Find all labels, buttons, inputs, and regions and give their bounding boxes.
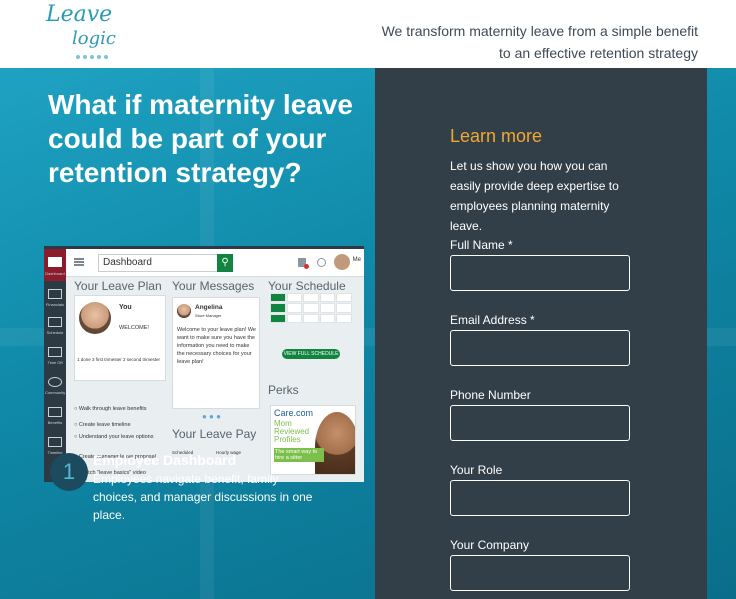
message-sender: Angelina [195,304,223,311]
logo-text-logic: logic [72,28,116,49]
hamburger-icon [74,258,84,266]
mock-user-label: Me [352,257,361,263]
checklist-item: ○ Understand your leave options [74,434,154,440]
step-description: Employees navigate benefit, family choic… [93,472,313,522]
mock-sidebar-label: Time Off [47,360,63,365]
mock-search-input: Dashboard [98,254,218,272]
step-title: Employee Dashboard [93,452,237,468]
globe-icon [48,377,62,387]
company-label: Your Company [450,538,529,552]
dashboard-screenshot: Dashboard Financials Schedule Time Off C… [44,246,364,482]
leave-plan-column: Your Leave Plan You WELCOME! 1 done 3 fi… [74,279,166,479]
help-icon [317,258,326,267]
role-label: Your Role [450,463,503,477]
notification-icon [298,258,309,269]
perks-heading: Perks [268,383,299,397]
calendar-icon [48,317,62,327]
leave-pay-heading: Your Leave Pay [172,427,257,441]
plan-welcome: WELCOME! [119,325,149,331]
schedule-heading: Your Schedule [268,279,346,293]
step-number-badge: 1 [50,453,88,491]
plan-stats: 1 done 3 first trimester 2 second trimes… [77,357,161,362]
perk-title: Mom Reviewed Profiles [274,419,310,444]
messages-heading: Your Messages [172,279,255,293]
mock-sidebar-label: Schedule [46,330,64,335]
caduceus-icon [48,407,62,417]
role-input[interactable] [450,480,630,516]
leave-plan-heading: Your Leave Plan [74,279,162,293]
message-text: Welcome to your leave plan! We want to m… [177,327,256,365]
care-com-ad: Care.com Mom Reviewed Profiles The smart… [270,405,356,475]
full-name-label: Full Name * [450,238,513,252]
checklist-item: ○ Walk through leave benefits [74,406,147,412]
grid-icon [48,257,62,267]
search-icon: ⚲ [217,254,233,272]
mock-topbar: Dashboard ⚲ Me [66,249,364,277]
clock-icon [48,347,62,357]
perk-brand: Care.com [274,408,314,418]
form-title: Learn more [450,126,543,146]
schedule-grid [270,293,352,323]
mock-sidebar-label: Community [45,390,66,395]
phone-input[interactable] [450,405,630,441]
company-input[interactable] [450,555,630,591]
form-intro: Let us show you how you can easily provi… [450,159,619,233]
email-input[interactable] [450,330,630,366]
mock-sidebar: Dashboard Financials Schedule Time Off C… [44,249,66,482]
logo-text-leave: Leave [46,2,113,27]
avatar [334,254,350,270]
hero-title: What if maternity leave could be part of… [48,89,353,188]
carousel-dots: ● ● ● [202,412,221,421]
schedule-column: Your Schedule VIEW FULL SCHEDULE Perks C… [268,279,360,482]
perk-tagline: The smart way to hire a sitter [274,448,324,462]
view-full-schedule-button: VIEW FULL SCHEDULE [282,349,340,359]
sender-avatar [177,304,191,318]
messages-column: Your Messages Angelina Store Manager Wel… [172,279,262,479]
full-name-input[interactable] [450,255,630,291]
mock-sidebar-label: Dashboard [45,271,65,276]
user-photo [79,302,111,334]
child-photo [315,412,355,474]
logo-dots [76,55,108,59]
learn-more-form: Learn more Let us show you how you can e… [375,68,707,599]
mock-sidebar-label: Financials [45,302,64,307]
message-card: Angelina Store Manager Welcome to your l… [172,297,260,409]
plan-user: You [119,304,132,311]
timeline-icon [48,437,62,447]
mock-sidebar-label: Benefits [47,420,63,425]
header-tagline: We transform maternity leave from a simp… [381,23,698,61]
phone-label: Phone Number [450,388,531,402]
money-icon [48,289,62,299]
leave-plan-card: You WELCOME! 1 done 3 first trimester 2 … [74,295,166,381]
message-role: Store Manager [195,313,222,318]
leavelogic-logo[interactable]: Leave logic [40,2,130,62]
email-label: Email Address * [450,313,535,327]
site-header: Leave logic We transform maternity leave… [0,0,736,68]
checklist-item: ○ Create leave timeline [74,422,131,428]
